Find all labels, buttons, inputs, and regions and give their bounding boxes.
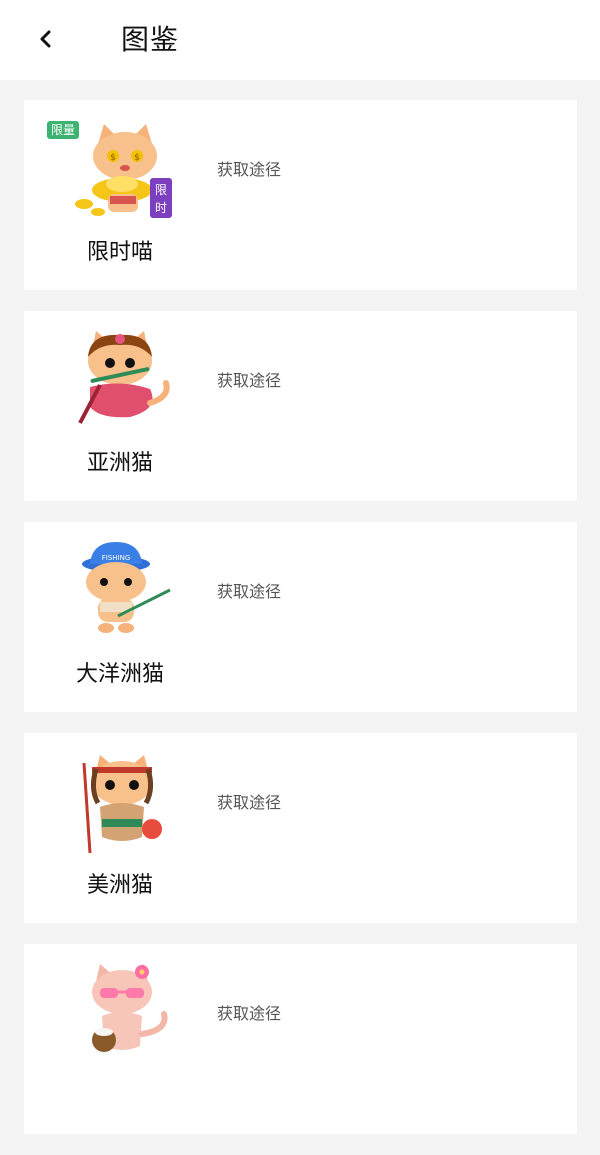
svg-text:限: 限 bbox=[155, 183, 167, 197]
obtain-method-link[interactable]: 获取途径 bbox=[217, 1002, 281, 1026]
obtain-method-link[interactable]: 获取途径 bbox=[217, 580, 281, 604]
obtain-method-link[interactable]: 获取途径 bbox=[217, 158, 281, 182]
catalog-card[interactable]: 获取途径 bbox=[24, 944, 577, 1134]
chevron-left-icon bbox=[40, 30, 51, 48]
american-cat-image bbox=[82, 755, 162, 854]
sunglasses-cat-image bbox=[92, 964, 168, 1052]
catalog-card[interactable]: 美洲猫 获取途径 bbox=[24, 733, 577, 923]
obtain-method-link[interactable]: 获取途径 bbox=[217, 369, 281, 393]
cat-name: 亚洲猫 bbox=[86, 451, 153, 476]
cat-name: 限时喵 bbox=[86, 240, 153, 265]
svg-text:时: 时 bbox=[155, 201, 167, 215]
cat-name: 美洲猫 bbox=[86, 873, 153, 898]
catalog-card[interactable]: 亚洲猫 获取途径 bbox=[24, 311, 577, 501]
top-bar: 图鉴 bbox=[0, 0, 600, 80]
limited-badge: 限量 bbox=[47, 121, 80, 139]
limited-time-cat-image: $ $ 限 时 bbox=[75, 124, 172, 218]
svg-text:$: $ bbox=[110, 153, 116, 163]
catalog-card[interactable]: FISHING 大洋洲猫 获取途径 bbox=[24, 522, 577, 712]
cat-name: 大洋洲猫 bbox=[75, 662, 164, 687]
catalog-list: $ $ 限 时 限量 限时喵 获取途径 亚洲猫 获取途径 FISHING 大洋洲… bbox=[24, 100, 577, 1155]
catalog-card[interactable]: $ $ 限 时 限量 限时喵 获取途径 bbox=[24, 100, 577, 290]
svg-text:$: $ bbox=[134, 153, 140, 163]
page-title: 图鉴 bbox=[121, 23, 180, 56]
back-button[interactable] bbox=[34, 24, 62, 54]
obtain-method-link[interactable]: 获取途径 bbox=[217, 791, 281, 815]
oceania-cat-image: FISHING bbox=[82, 542, 171, 633]
svg-text:FISHING: FISHING bbox=[102, 554, 131, 562]
asian-cat-image bbox=[78, 331, 170, 424]
